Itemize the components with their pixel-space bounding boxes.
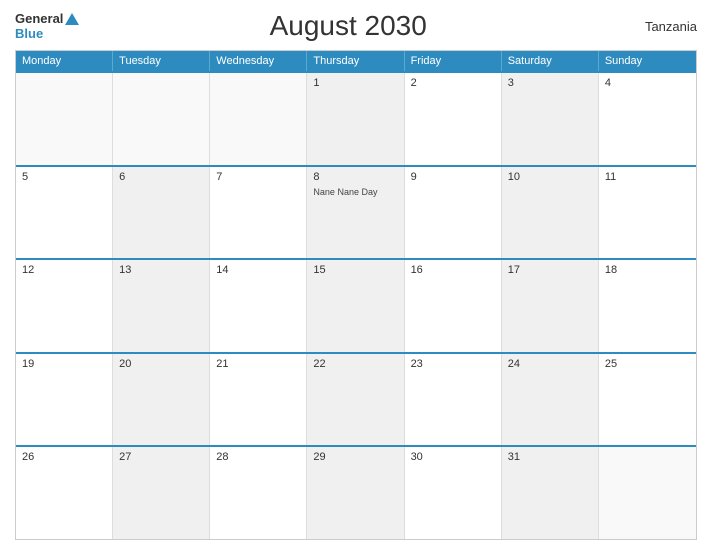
- header: General Blue August 2030 Tanzania: [15, 10, 697, 42]
- day-cell-3: 3: [502, 73, 599, 165]
- day-cell-1: 1: [307, 73, 404, 165]
- day-cell-6: 6: [113, 167, 210, 259]
- day-cell-23: 23: [405, 354, 502, 446]
- calendar: Monday Tuesday Wednesday Thursday Friday…: [15, 50, 697, 540]
- day-cell-15: 15: [307, 260, 404, 352]
- day-cell-28: 28: [210, 447, 307, 539]
- header-thursday: Thursday: [307, 51, 404, 71]
- day-cell-31: 31: [502, 447, 599, 539]
- week-row-1: 1 2 3 4: [16, 71, 696, 165]
- day-cell-8: 8 Nane Nane Day: [307, 167, 404, 259]
- day-cell-29: 29: [307, 447, 404, 539]
- header-wednesday: Wednesday: [210, 51, 307, 71]
- calendar-title: August 2030: [79, 10, 617, 42]
- day-cell-11: 11: [599, 167, 696, 259]
- week-row-4: 19 20 21 22 23 24 25: [16, 352, 696, 446]
- day-cell-27: 27: [113, 447, 210, 539]
- day-headers: Monday Tuesday Wednesday Thursday Friday…: [16, 51, 696, 71]
- header-tuesday: Tuesday: [113, 51, 210, 71]
- day-cell-18: 18: [599, 260, 696, 352]
- day-cell-26: 26: [16, 447, 113, 539]
- day-cell-5: 5: [16, 167, 113, 259]
- day-cell-12: 12: [16, 260, 113, 352]
- page: General Blue August 2030 Tanzania Monday…: [0, 0, 712, 550]
- day-cell-4: 4: [599, 73, 696, 165]
- day-cell-10: 10: [502, 167, 599, 259]
- day-cell-14: 14: [210, 260, 307, 352]
- day-cell-21: 21: [210, 354, 307, 446]
- logo-triangle-icon: [65, 13, 79, 25]
- day-cell: [210, 73, 307, 165]
- logo-blue-text: Blue: [15, 26, 43, 41]
- day-cell-30: 30: [405, 447, 502, 539]
- day-cell-24: 24: [502, 354, 599, 446]
- logo-general-text: General: [15, 11, 63, 26]
- day-cell-22: 22: [307, 354, 404, 446]
- day-cell: [113, 73, 210, 165]
- country-label: Tanzania: [617, 19, 697, 34]
- day-cell-empty-end: [599, 447, 696, 539]
- day-cell-2: 2: [405, 73, 502, 165]
- day-cell: [16, 73, 113, 165]
- week-row-2: 5 6 7 8 Nane Nane Day 9 10 11: [16, 165, 696, 259]
- day-cell-9: 9: [405, 167, 502, 259]
- day-cell-20: 20: [113, 354, 210, 446]
- day-cell-13: 13: [113, 260, 210, 352]
- day-cell-7: 7: [210, 167, 307, 259]
- header-friday: Friday: [405, 51, 502, 71]
- header-sunday: Sunday: [599, 51, 696, 71]
- header-monday: Monday: [16, 51, 113, 71]
- logo: General Blue: [15, 11, 79, 41]
- day-cell-19: 19: [16, 354, 113, 446]
- day-cell-17: 17: [502, 260, 599, 352]
- day-cell-25: 25: [599, 354, 696, 446]
- day-cell-16: 16: [405, 260, 502, 352]
- week-row-5: 26 27 28 29 30 31: [16, 445, 696, 539]
- week-row-3: 12 13 14 15 16 17 18: [16, 258, 696, 352]
- header-saturday: Saturday: [502, 51, 599, 71]
- weeks-container: 1 2 3 4 5 6 7 8 Nane Nane Day 9 10 11: [16, 71, 696, 539]
- nane-nane-event: Nane Nane Day: [313, 187, 397, 199]
